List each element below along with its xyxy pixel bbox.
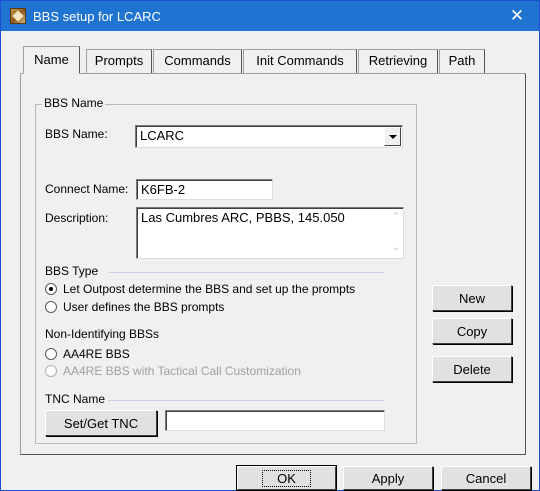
- tab-commands[interactable]: Commands: [153, 49, 242, 73]
- title-bar: BBS setup for LCARC ✕: [1, 1, 539, 31]
- bbs-type-user-option[interactable]: User defines the BBS prompts: [45, 300, 224, 314]
- apply-button[interactable]: Apply: [343, 466, 433, 490]
- bbs-type-divider: [109, 272, 384, 273]
- radio-icon[interactable]: [45, 348, 57, 360]
- bbs-type-auto-option[interactable]: Let Outpost determine the BBS and set up…: [45, 282, 355, 296]
- set-get-tnc-label: Set/Get TNC: [63, 415, 139, 431]
- description-label: Description:: [45, 211, 109, 225]
- ok-label: OK: [262, 469, 311, 487]
- connect-name-field[interactable]: K6FB-2: [136, 179, 273, 200]
- bbs-setup-dialog: BBS setup for LCARC ✕ Name Prompts Comma…: [0, 0, 540, 491]
- tab-path[interactable]: Path: [439, 49, 485, 73]
- tab-retrieving[interactable]: Retrieving: [358, 49, 438, 73]
- description-field[interactable]: Las Cumbres ARC, PBBS, 145.050 ⌃ ⌄: [136, 207, 404, 259]
- bbs-type-user-label: User defines the BBS prompts: [63, 300, 225, 314]
- bbs-type-label: BBS Type: [45, 264, 99, 278]
- new-button[interactable]: New: [432, 285, 512, 311]
- chevron-down-icon[interactable]: [384, 127, 401, 146]
- cancel-label: Cancel: [465, 470, 507, 486]
- copy-button[interactable]: Copy: [432, 318, 512, 344]
- tab-prompts[interactable]: Prompts: [86, 49, 152, 73]
- app-icon: [10, 8, 26, 24]
- connect-name-label: Connect Name:: [45, 182, 129, 196]
- radio-selected-icon[interactable]: [45, 283, 57, 295]
- copy-label: Copy: [456, 323, 488, 339]
- aa4re-tactical-label: AA4RE BBS with Tactical Call Customizati…: [63, 364, 301, 378]
- bbs-name-value: LCARC: [140, 128, 185, 143]
- aa4re-bbs-label: AA4RE BBS: [63, 347, 130, 361]
- scroll-down-icon[interactable]: ⌄: [392, 242, 400, 253]
- description-value: Las Cumbres ARC, PBBS, 145.050: [141, 210, 345, 225]
- close-icon[interactable]: ✕: [495, 1, 539, 31]
- tnc-name-label: TNC Name: [45, 392, 106, 406]
- tab-name[interactable]: Name: [23, 46, 80, 74]
- radio-icon[interactable]: [45, 301, 57, 313]
- bbs-name-label: BBS Name:: [45, 127, 108, 141]
- tnc-name-field[interactable]: [165, 410, 385, 431]
- aa4re-tactical-option: AA4RE BBS with Tactical Call Customizati…: [45, 364, 301, 378]
- delete-label: Delete: [453, 361, 491, 377]
- non-identifying-label: Non-Identifying BBSs: [45, 327, 160, 341]
- cancel-button[interactable]: Cancel: [441, 466, 531, 490]
- bbs-type-auto-label: Let Outpost determine the BBS and set up…: [63, 282, 356, 296]
- apply-label: Apply: [371, 470, 405, 486]
- radio-icon: [45, 365, 57, 377]
- window-title: BBS setup for LCARC: [33, 9, 161, 24]
- bbs-name-combo[interactable]: LCARC: [135, 125, 403, 148]
- aa4re-bbs-option[interactable]: AA4RE BBS: [45, 347, 130, 361]
- delete-button[interactable]: Delete: [432, 356, 512, 382]
- bbs-name-group-label: BBS Name: [42, 96, 106, 110]
- ok-button[interactable]: OK: [237, 466, 336, 490]
- scroll-up-icon[interactable]: ⌃: [392, 211, 400, 222]
- tab-init-commands[interactable]: Init Commands: [243, 49, 357, 73]
- new-label: New: [458, 290, 485, 306]
- set-get-tnc-button[interactable]: Set/Get TNC: [45, 410, 157, 436]
- tnc-divider: [108, 400, 384, 401]
